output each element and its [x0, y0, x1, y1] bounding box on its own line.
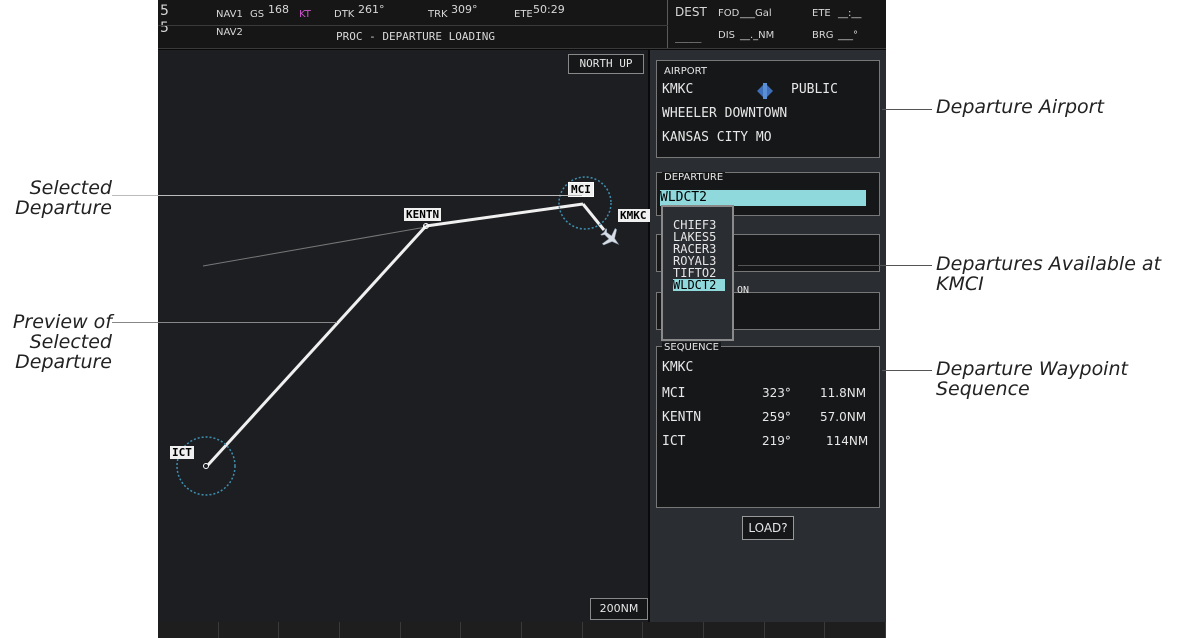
sequence-box-title: SEQUENCE: [662, 342, 721, 353]
softkey[interactable]: [704, 622, 765, 638]
softkey[interactable]: [522, 622, 583, 638]
sequence-distance: 114NM: [826, 434, 869, 448]
callout-line: Departures Available at: [936, 253, 1162, 275]
callout-line: Departure: [15, 197, 112, 219]
edge-digit-top: 5: [160, 3, 169, 19]
softkey[interactable]: [765, 622, 826, 638]
leader-departure-airport: [882, 109, 932, 110]
softkey[interactable]: [401, 622, 462, 638]
gs-value: 168: [268, 3, 289, 16]
dtk-label: DTK: [334, 9, 355, 20]
fod-label: FOD: [718, 8, 740, 19]
callout-selected-departure: Selected Departure: [0, 178, 112, 218]
map-canvas: [176, 176, 620, 496]
dest-label: DEST: [675, 5, 707, 19]
topbar-row-divider: [158, 25, 668, 26]
gs-label: GS: [250, 9, 265, 20]
waypoint-label-ict: ICT: [170, 446, 194, 459]
sequence-waypoint: KENTN: [662, 410, 702, 425]
callout-line: Sequence: [936, 378, 1030, 400]
airport-box-title: AIRPORT: [662, 66, 709, 77]
brg-value: ___°: [838, 30, 858, 41]
softkey[interactable]: [279, 622, 341, 638]
callout-preview: Preview of Selected Departure: [0, 312, 112, 372]
dis-label: DIS: [718, 30, 735, 41]
selected-departure-field[interactable]: WLDCT2: [660, 190, 866, 206]
topbar-divider: [667, 0, 668, 48]
map-range-indicator[interactable]: 200NM: [590, 598, 648, 620]
sequence-course: 323°: [762, 386, 791, 400]
softkey[interactable]: [461, 622, 523, 638]
waypoint-label-kmkc: KMKC: [618, 209, 652, 222]
airport-type: PUBLIC: [791, 82, 838, 97]
callout-sequence: Departure Waypoint Sequence: [936, 359, 1128, 399]
sequence-waypoint: ICT: [662, 434, 686, 449]
departure-box-title: DEPARTURE: [662, 172, 726, 183]
nav1-label: NAV1: [216, 9, 243, 20]
departure-list-popup: CHIEF3 LAKES5 RACER3 ROYAL3 TIFTO2 WLDCT…: [661, 205, 734, 341]
leader-departures-available: [738, 265, 932, 266]
ict-waypoint-symbol: [203, 463, 209, 469]
route-ict-kentn: [206, 224, 428, 467]
status-message: PROC - DEPARTURE LOADING: [336, 30, 495, 43]
dest-value: ____: [675, 30, 702, 43]
callout-line: KMCI: [936, 273, 984, 295]
softkey[interactable]: [158, 622, 219, 638]
map-orientation-indicator: NORTH UP: [568, 54, 644, 74]
softkey-bar: [158, 622, 887, 638]
leader-selected-departure: [112, 195, 582, 196]
ete-label: ETE: [514, 9, 533, 20]
callout-departure-airport: Departure Airport: [936, 96, 1104, 118]
route-mci-kmkc: [581, 203, 606, 231]
airport-name: WHEELER DOWNTOWN: [662, 106, 788, 121]
sequence-course: 259°: [762, 410, 791, 424]
leader-preview: [112, 322, 337, 323]
callout-line: Selected: [29, 177, 112, 199]
callout-line: Departure: [15, 351, 112, 373]
callout-line: Departure Waypoint: [936, 358, 1128, 380]
ete2-value: __:__: [838, 8, 862, 19]
inbound-route-line: [202, 226, 427, 267]
load-button[interactable]: LOAD?: [742, 516, 794, 540]
callout-departures-available: Departures Available at KMCI: [936, 254, 1161, 294]
softkey[interactable]: [643, 622, 705, 638]
sequence-distance: 11.8NM: [820, 386, 867, 400]
airport-city: KANSAS CITY MO: [662, 130, 772, 145]
trk-value: 309°: [451, 3, 478, 16]
edge-digit-bottom: 5: [160, 20, 169, 36]
softkey[interactable]: [219, 622, 280, 638]
softkey[interactable]: [583, 622, 644, 638]
dtk-value: 261°: [358, 3, 385, 16]
brg-label: BRG: [812, 30, 834, 41]
ete-value: 50:29: [533, 3, 565, 16]
airport-ident[interactable]: KMKC: [662, 82, 693, 97]
softkey[interactable]: [340, 622, 401, 638]
gs-unit: KT: [299, 9, 311, 20]
map-pane[interactable]: NORTH UP MCI KENTN KMKC ICT 200NM: [158, 50, 652, 622]
sequence-course: 219°: [762, 434, 791, 448]
trk-label: TRK: [428, 9, 448, 20]
waypoint-label-kentn: KENTN: [404, 208, 442, 221]
sequence-waypoint: MCI: [662, 386, 686, 401]
sequence-origin: KMKC: [662, 360, 694, 375]
departure-option-selected[interactable]: WLDCT2: [673, 279, 725, 291]
leader-sequence: [882, 370, 932, 371]
softkey[interactable]: [825, 622, 887, 638]
callout-line: Selected: [29, 331, 112, 353]
public-airport-icon: [757, 83, 773, 99]
partial-label: ON: [737, 285, 750, 296]
ete2-label: ETE: [812, 8, 831, 19]
callout-line: Preview of: [12, 311, 112, 333]
fod-value: ___Gal: [740, 8, 772, 19]
sequence-distance: 57.0NM: [820, 410, 867, 424]
dis-value: __._NM: [740, 30, 775, 41]
nav2-label: NAV2: [216, 27, 243, 38]
